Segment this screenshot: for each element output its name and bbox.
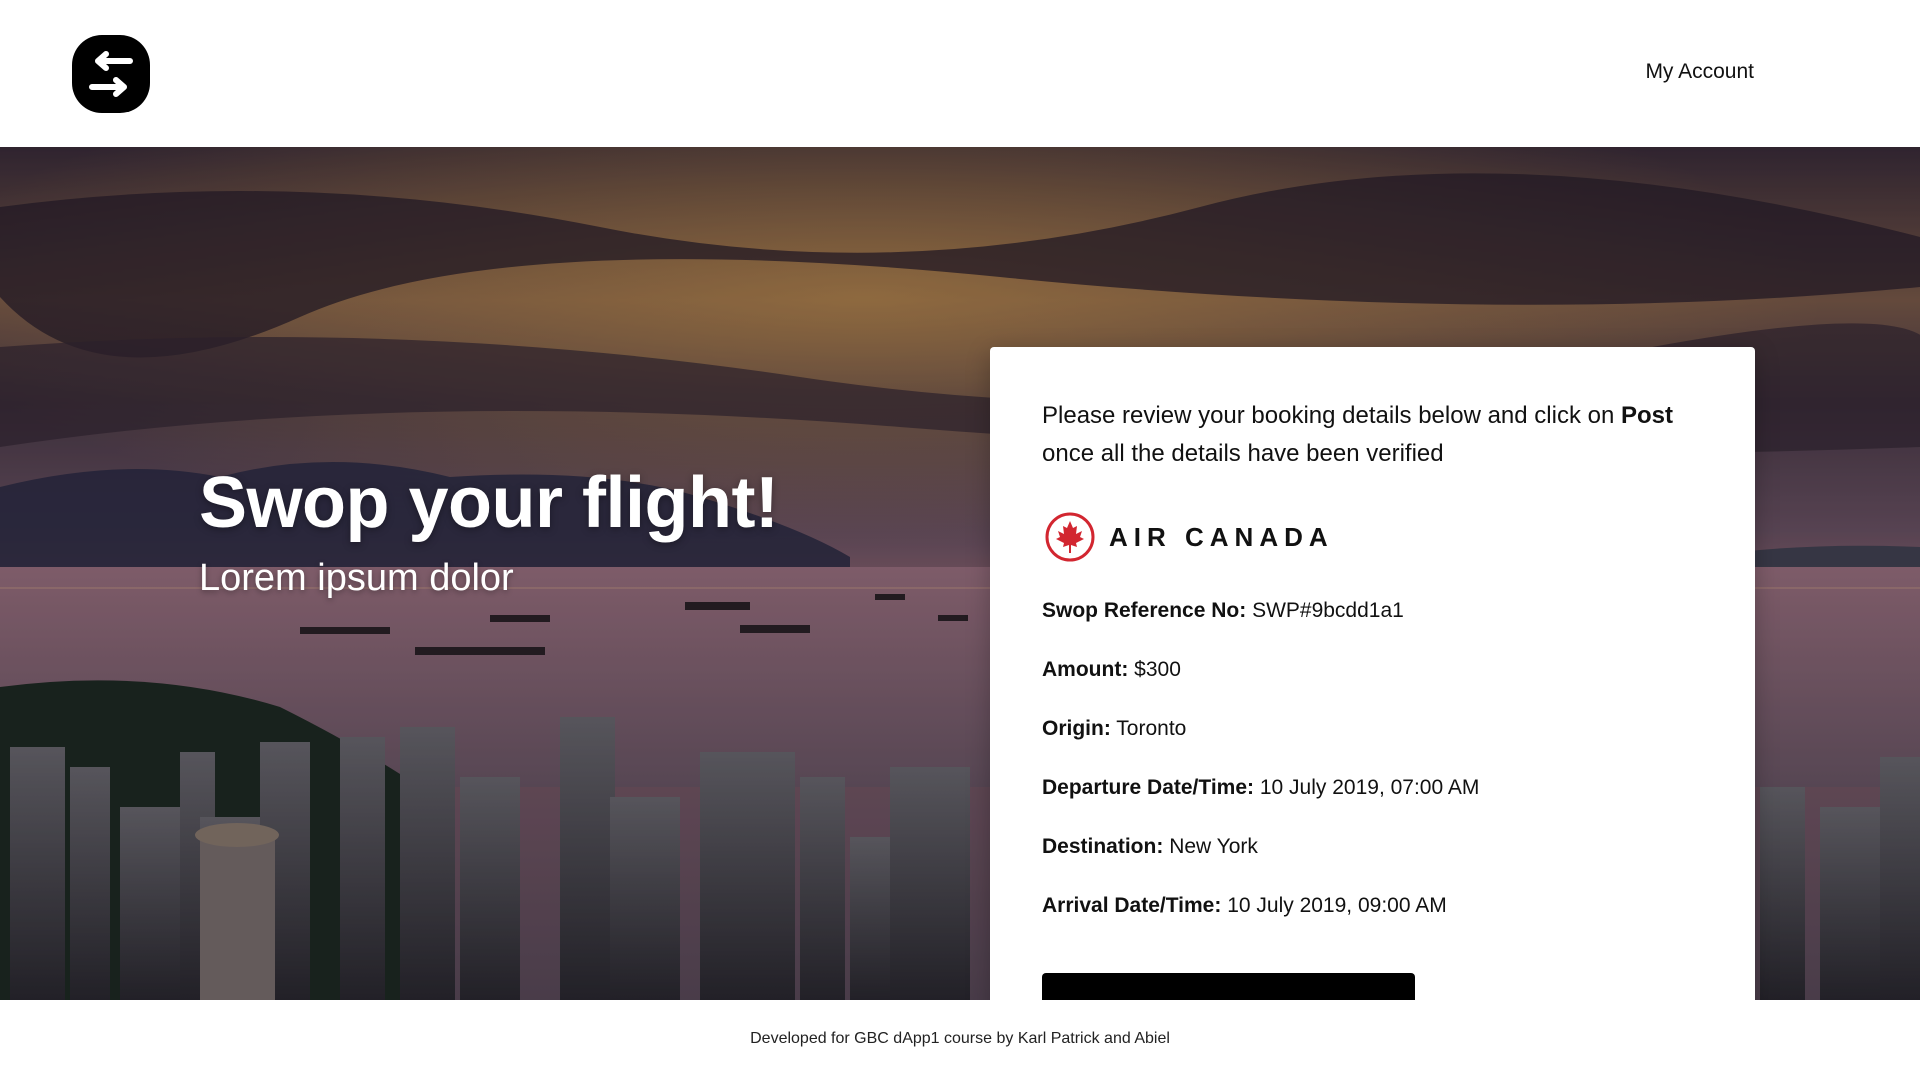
site-footer: Developed for GBC dApp1 course by Karl P…	[0, 1000, 1920, 1080]
detail-label: Arrival Date/Time:	[1042, 894, 1222, 917]
detail-value: Toronto	[1116, 717, 1187, 740]
hero-text-block: Swop your flight! Lorem ipsum dolor	[199, 463, 779, 600]
maple-leaf-icon	[1045, 512, 1095, 562]
hero-section: Swop your flight! Lorem ipsum dolor Plea…	[0, 147, 1920, 1000]
booking-details-list: Swop Reference No: SWP#9bcdd1a1 Amount: …	[1042, 598, 1703, 952]
detail-departure: Departure Date/Time: 10 July 2019, 07:00…	[1042, 775, 1703, 834]
detail-value: 10 July 2019, 09:00 AM	[1227, 894, 1447, 917]
detail-value: $300	[1134, 658, 1181, 681]
post-button[interactable]: Post	[1042, 973, 1415, 1000]
review-instructions-text: Please review your booking details below…	[1042, 402, 1621, 429]
review-instructions: Please review your booking details below…	[1042, 397, 1682, 473]
detail-label: Destination:	[1042, 835, 1164, 858]
airline-logo: AIR CANADA	[1042, 511, 1703, 563]
swop-logo-icon[interactable]	[72, 35, 150, 113]
detail-arrival: Arrival Date/Time: 10 July 2019, 09:00 A…	[1042, 893, 1703, 952]
detail-swop-reference: Swop Reference No: SWP#9bcdd1a1	[1042, 598, 1703, 657]
detail-label: Amount:	[1042, 658, 1129, 681]
hero-subtitle: Lorem ipsum dolor	[199, 557, 514, 599]
detail-value: SWP#9bcdd1a1	[1252, 599, 1404, 622]
detail-label: Swop Reference No:	[1042, 599, 1247, 622]
detail-value: New York	[1169, 835, 1258, 858]
airline-name: AIR CANADA	[1109, 521, 1334, 552]
site-header: My Account	[0, 0, 1920, 147]
detail-destination: Destination: New York	[1042, 834, 1703, 893]
detail-origin: Origin: Toronto	[1042, 716, 1703, 775]
review-instructions-text-end: once all the details have been verified	[1042, 440, 1444, 467]
booking-review-card: Please review your booking details below…	[990, 347, 1755, 1000]
review-instructions-post-emphasis: Post	[1621, 402, 1674, 429]
detail-label: Departure Date/Time:	[1042, 776, 1255, 799]
detail-label: Origin:	[1042, 717, 1111, 740]
hero-title: Swop your flight!	[199, 463, 779, 543]
footer-credits: Developed for GBC dApp1 course by Karl P…	[750, 1030, 1170, 1047]
detail-amount: Amount: $300	[1042, 657, 1703, 716]
my-account-link[interactable]: My Account	[1645, 60, 1754, 84]
detail-value: 10 July 2019, 07:00 AM	[1259, 776, 1480, 799]
